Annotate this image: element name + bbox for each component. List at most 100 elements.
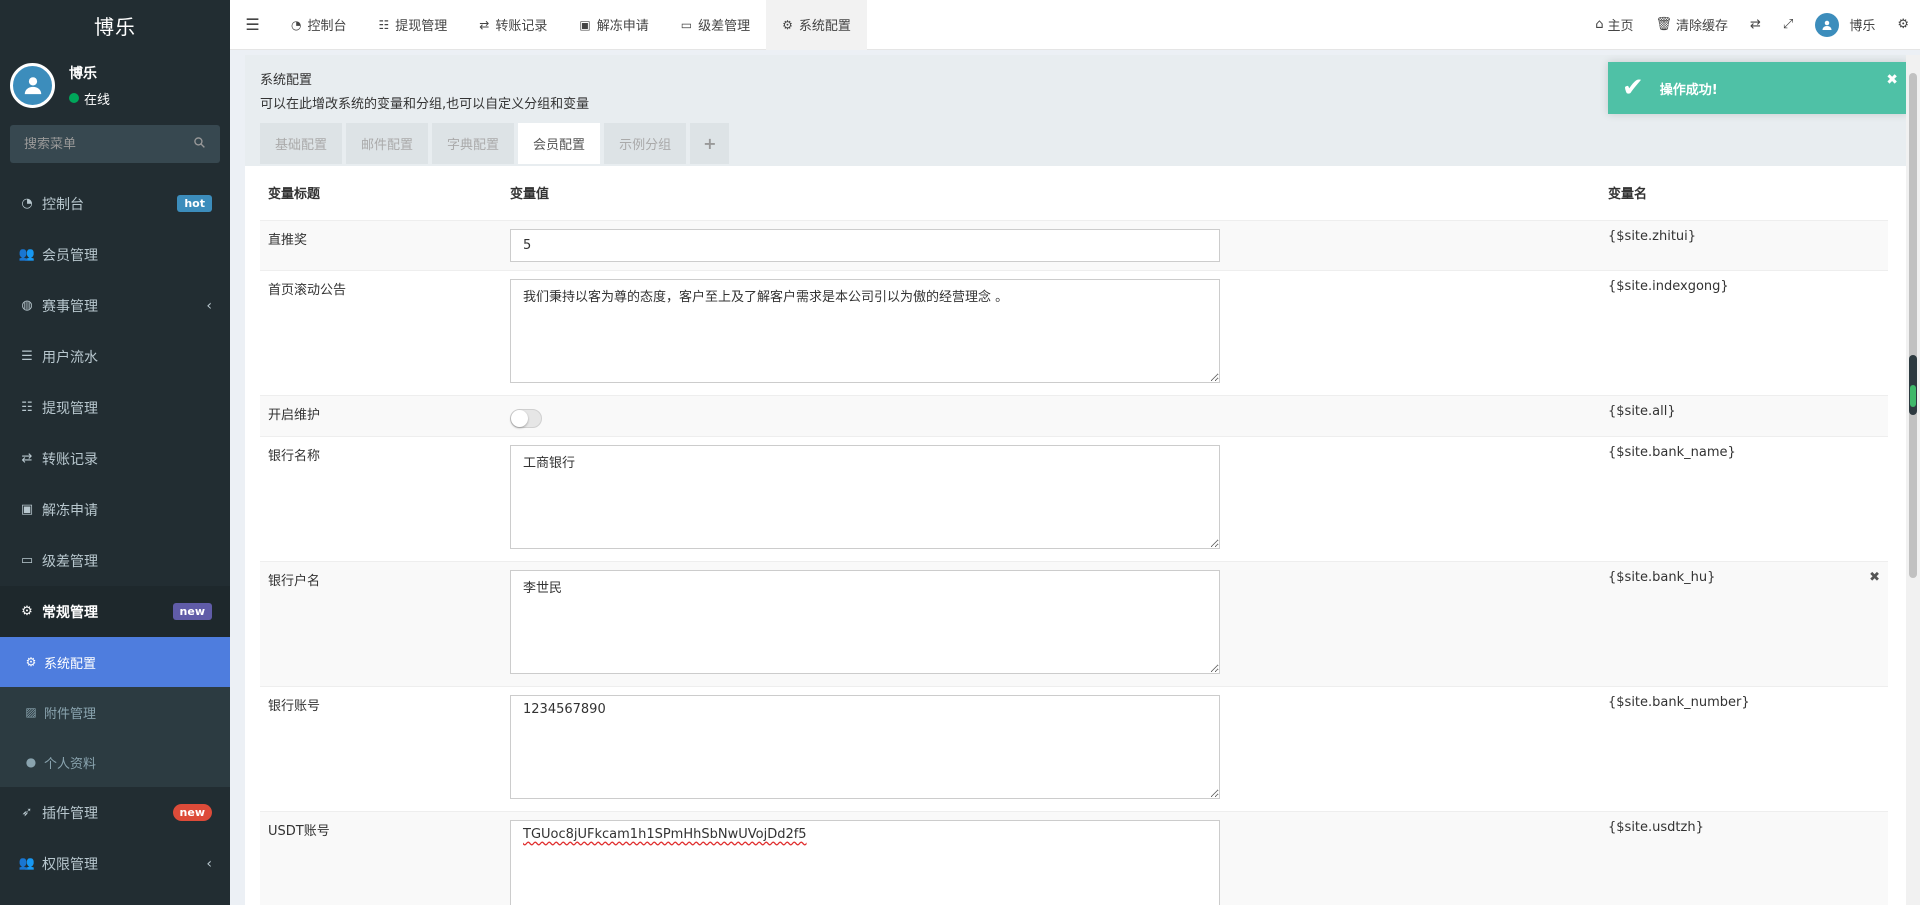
sidebar-item-label: 提现管理 xyxy=(42,400,98,417)
app-logo[interactable]: 博乐 xyxy=(0,0,230,50)
globe-icon: ◍ xyxy=(21,298,33,313)
table-row: 银行户名 李世民 {$site.bank_hu} ✖ xyxy=(260,560,1888,686)
tab-withdrawals[interactable]: ☷ 提现管理 xyxy=(363,0,464,50)
column-header-name: 变量名 xyxy=(1600,166,1848,221)
sidebar-item-user-flow[interactable]: ☰ 用户流水 xyxy=(0,331,230,382)
sidebar-item-permissions[interactable]: 👥 权限管理 ‹ xyxy=(0,838,230,889)
sidebar-item-attachments[interactable]: ▨ 附件管理 xyxy=(0,687,230,737)
sidebar-item-transfers[interactable]: ⇄ 转账记录 xyxy=(0,433,230,484)
sidebar-item-dashboard[interactable]: ◔ 控制台 hot xyxy=(0,178,230,229)
fullscreen-icon: ⤢ xyxy=(1782,17,1794,32)
value-input-zhitui[interactable] xyxy=(510,228,1220,262)
column-header-title: 变量标题 xyxy=(260,166,502,221)
users-icon: 👥 xyxy=(18,856,36,871)
user-avatar-icon xyxy=(24,77,41,95)
tab-label: 转账记录 xyxy=(495,19,548,34)
scroll-indicator-active xyxy=(1910,385,1916,407)
tab-basic-config[interactable]: 基础配置 xyxy=(260,123,343,164)
sidebar-item-label: 插件管理 xyxy=(42,805,98,822)
tab-example-group[interactable]: 示例分组 xyxy=(604,123,687,164)
add-group-button[interactable]: + xyxy=(690,123,730,164)
row-title: 首页滚动公告 xyxy=(260,269,502,395)
tab-transfers[interactable]: ⇄ 转账记录 xyxy=(463,0,563,50)
sidebar-item-label: 会员管理 xyxy=(42,247,98,264)
row-title: 银行账号 xyxy=(260,685,502,811)
value-textarea-usdtzh[interactable]: TGUoc8jUFkcam1h1SPmHhSbNwUVojDd2f5 xyxy=(510,819,1220,905)
checkmark-icon: ✔ xyxy=(1622,73,1644,103)
row-var-name: {$site.bank_name} xyxy=(1600,435,1848,561)
tab-system-config[interactable]: ⚙ 系统配置 xyxy=(766,0,867,50)
users-icon: 👥 xyxy=(18,247,36,262)
sidebar-item-profile[interactable]: ● 个人资料 xyxy=(0,737,230,787)
tab-dashboard[interactable]: ◔ 控制台 xyxy=(275,0,363,50)
sidebar-item-level-diff[interactable]: ▭ 级差管理 xyxy=(0,535,230,586)
menu-toggle-icon[interactable]: ☰ xyxy=(230,0,275,50)
new-badge: new xyxy=(172,603,212,620)
list-indent-icon: ☷ xyxy=(21,400,33,415)
transfer-icon: ⇄ xyxy=(21,451,33,466)
scrollbar-thumb[interactable] xyxy=(1909,73,1917,578)
image-icon: ▣ xyxy=(20,502,34,517)
column-header-action xyxy=(1848,166,1888,221)
home-label: 主页 xyxy=(1607,19,1634,34)
settings-button[interactable]: ⚙ xyxy=(1886,0,1920,50)
search-input[interactable] xyxy=(24,136,184,152)
user-name: 博乐 xyxy=(69,65,97,82)
tab-unfreeze[interactable]: ▣ 解冻申请 xyxy=(563,0,664,50)
sidebar-item-label: 附件管理 xyxy=(44,706,97,722)
translate-icon: ⇄ xyxy=(1750,17,1761,32)
main-content: 系统配置 可以在此增改系统的变量和分组,也可以自定义分组和变量 基础配置 邮件配… xyxy=(245,55,1907,905)
value-textarea-indexgong[interactable]: 我们秉持以客为尊的态度，客户至上及了解客户需求是本公司引以为傲的经营理念 。 xyxy=(510,278,1220,383)
row-var-name: {$site.bank_hu} xyxy=(1600,560,1848,686)
language-button[interactable]: ⇄ xyxy=(1739,0,1772,50)
tab-member-config[interactable]: 会员配置 xyxy=(518,123,601,164)
user-panel: 博乐 在线 xyxy=(0,50,230,120)
value-textarea-bank-number[interactable]: 1234567890 xyxy=(510,694,1220,799)
search-icon[interactable] xyxy=(193,136,206,153)
sidebar-item-members[interactable]: 👥 会员管理 xyxy=(0,229,230,280)
close-icon[interactable]: ✖ xyxy=(1886,72,1898,88)
home-link[interactable]: ⌂ 主页 xyxy=(1584,0,1644,50)
tab-label: 系统配置 xyxy=(798,19,851,34)
delete-icon[interactable]: ✖ xyxy=(1848,560,1888,686)
sidebar-item-label: 解冻申请 xyxy=(42,502,98,519)
user-menu[interactable]: 博乐 xyxy=(1804,0,1886,50)
window-icon: ▭ xyxy=(20,553,34,568)
value-textarea-bank-hu[interactable]: 李世民 xyxy=(510,569,1220,674)
sidebar-item-label: 转账记录 xyxy=(42,451,98,468)
clear-cache-button[interactable]: 🗑 清除缓存 xyxy=(1644,0,1739,50)
sidebar-item-plugins[interactable]: ➶ 插件管理 new xyxy=(0,787,230,838)
sidebar-item-events[interactable]: ◍ 赛事管理 ‹ xyxy=(0,280,230,331)
sidebar-item-system-config[interactable]: ⚙ 系统配置 xyxy=(0,637,230,687)
row-title: 直推奖 xyxy=(260,219,502,270)
config-tabs: 基础配置 邮件配置 字典配置 会员配置 示例分组 + xyxy=(260,123,1892,164)
image-icon: ▣ xyxy=(579,17,591,32)
sidebar-item-general[interactable]: ⚙ 常规管理 new xyxy=(0,586,230,637)
maintenance-toggle[interactable] xyxy=(510,408,542,428)
tab-email-config[interactable]: 邮件配置 xyxy=(346,123,429,164)
tab-level-diff[interactable]: ▭ 级差管理 xyxy=(665,0,766,50)
chevron-left-icon: ‹ xyxy=(206,297,212,314)
list-icon: ☰ xyxy=(21,349,33,364)
table-row: USDT账号 TGUoc8jUFkcam1h1SPmHhSbNwUVojDd2f… xyxy=(260,810,1888,905)
fullscreen-button[interactable]: ⤢ xyxy=(1772,0,1804,50)
file-image-icon: ▨ xyxy=(25,705,37,719)
scrollbar[interactable] xyxy=(1906,55,1920,905)
clear-cache-label: 清除缓存 xyxy=(1676,19,1729,34)
value-textarea-bank-name[interactable]: 工商银行 xyxy=(510,444,1220,549)
online-dot-icon xyxy=(69,93,79,103)
user-icon: ● xyxy=(25,755,37,769)
tab-dictionary-config[interactable]: 字典配置 xyxy=(432,123,515,164)
new-badge: new xyxy=(172,804,212,821)
row-var-name: {$site.zhitui} xyxy=(1600,219,1848,270)
user-status: 在线 xyxy=(69,89,110,108)
table-row: 银行名称 工商银行 {$site.bank_name} xyxy=(260,435,1888,561)
avatar[interactable] xyxy=(10,62,55,108)
sidebar-item-unfreeze[interactable]: ▣ 解冻申请 xyxy=(0,484,230,535)
sidebar-item-label: 个人资料 xyxy=(44,756,97,772)
table-row: 银行账号 1234567890 {$site.bank_number} xyxy=(260,685,1888,811)
sidebar-item-withdrawals[interactable]: ☷ 提现管理 xyxy=(0,382,230,433)
trash-icon: 🗑 xyxy=(1655,17,1672,32)
chevron-left-icon: ‹ xyxy=(206,855,212,872)
config-table: 变量标题 变量值 变量名 直推奖 {$site.zhitui} 首页滚动公告 我… xyxy=(260,166,1888,905)
